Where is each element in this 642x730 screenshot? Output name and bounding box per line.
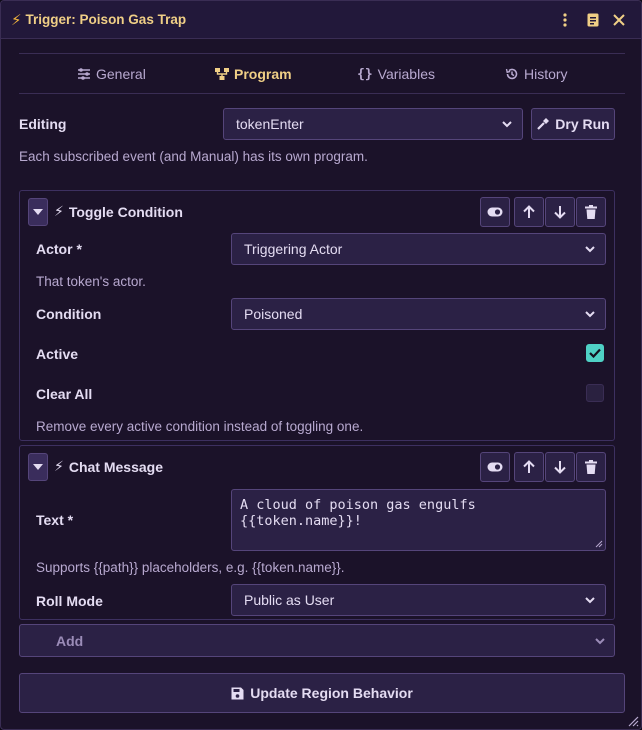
text-hint: Supports {{path}} placeholders, e.g. {{t…	[36, 560, 345, 575]
history-icon	[505, 68, 518, 80]
step-title-label: Chat Message	[68, 458, 163, 475]
trash-icon	[585, 460, 597, 474]
dry-run-button[interactable]: Dry Run	[531, 108, 615, 140]
resize-grip-icon[interactable]	[595, 540, 603, 548]
active-label: Active	[36, 346, 79, 362]
tab-history-label: History	[524, 66, 568, 82]
window-title: Trigger: Poison Gas Trap	[25, 12, 187, 27]
actor-select-value: Triggering Actor	[244, 241, 343, 257]
chevron-down-icon	[585, 246, 595, 253]
tab-program-label: Program	[234, 66, 292, 82]
active-checkbox[interactable]	[586, 344, 604, 362]
add-step-select[interactable]: Add	[19, 624, 615, 657]
delete-step-button[interactable]	[576, 197, 606, 227]
update-region-behavior-button[interactable]: Update Region Behavior	[19, 673, 625, 713]
dry-run-label: Dry Run	[555, 116, 610, 132]
condition-select[interactable]: Poisoned	[231, 298, 606, 330]
toggle-on-icon	[487, 207, 503, 217]
text-textarea[interactable]: A cloud of poison gas engulfs {{token.na…	[231, 489, 606, 551]
caret-down-icon	[33, 209, 43, 215]
roll-mode-label: Roll Mode	[36, 593, 103, 609]
window-titlebar[interactable]: ⚡ Trigger: Poison Gas Trap	[1, 1, 641, 39]
clear-all-checkbox[interactable]	[586, 384, 604, 402]
arrow-down-icon	[554, 461, 566, 474]
step-card-toggle-condition: ⚡ Toggle Condition Actor * Triggering Ac…	[19, 190, 615, 441]
step-title-label: Toggle Condition	[68, 203, 183, 220]
window-resize-handle-icon[interactable]	[627, 715, 639, 727]
condition-select-value: Poisoned	[244, 306, 303, 322]
collapse-toggle-button[interactable]	[28, 198, 48, 226]
step-title: ⚡ Toggle Condition	[54, 203, 183, 220]
close-icon[interactable]	[609, 10, 629, 30]
chevron-down-icon	[585, 597, 595, 604]
tab-general-label: General	[96, 66, 146, 82]
caret-down-icon	[33, 464, 43, 470]
bolt-icon: ⚡	[11, 11, 22, 29]
editing-label: Editing	[19, 116, 67, 132]
editing-select[interactable]: tokenEnter	[223, 108, 523, 140]
save-icon	[231, 687, 244, 699]
chevron-down-icon	[595, 638, 605, 645]
roll-mode-select[interactable]: Public as User	[231, 584, 606, 616]
text-label: Text *	[36, 512, 74, 528]
bolt-icon: ⚡	[54, 203, 64, 219]
update-label: Update Region Behavior	[250, 685, 413, 701]
delete-step-button[interactable]	[576, 452, 606, 482]
eyedropper-icon	[537, 118, 550, 130]
move-down-button[interactable]	[545, 197, 575, 227]
chevron-down-icon	[585, 311, 595, 318]
braces-icon: {}	[357, 66, 373, 82]
sheet-icon[interactable]	[583, 10, 603, 30]
text-textarea-value: A cloud of poison gas engulfs {{token.na…	[240, 497, 476, 529]
step-card-chat-message: ⚡ Chat Message Text * A cloud of poison …	[19, 445, 615, 620]
bolt-icon: ⚡	[54, 458, 64, 474]
arrow-down-icon	[554, 206, 566, 219]
trash-icon	[585, 205, 597, 219]
clear-all-label: Clear All	[36, 386, 93, 402]
editing-hint: Each subscribed event (and Manual) has i…	[19, 149, 368, 164]
add-step-label: Add	[56, 633, 84, 649]
toggle-on-icon	[487, 462, 503, 472]
move-up-button[interactable]	[514, 197, 544, 227]
editing-select-value: tokenEnter	[236, 116, 304, 132]
tab-variables[interactable]: {} Variables	[357, 66, 435, 82]
arrow-up-icon	[523, 460, 535, 473]
sliders-icon	[78, 68, 90, 80]
tab-history[interactable]: History	[505, 66, 568, 82]
actor-select[interactable]: Triggering Actor	[231, 233, 606, 265]
step-title: ⚡ Chat Message	[54, 458, 163, 475]
chevron-down-icon	[502, 121, 512, 128]
sitemap-icon	[215, 68, 229, 80]
move-up-button[interactable]	[514, 452, 544, 482]
actor-label: Actor *	[36, 241, 82, 257]
roll-mode-select-value: Public as User	[244, 592, 335, 608]
arrow-up-icon	[523, 205, 535, 218]
tab-variables-label: Variables	[377, 66, 435, 82]
check-icon	[589, 348, 601, 358]
condition-label: Condition	[36, 306, 102, 322]
tab-general[interactable]: General	[77, 66, 146, 82]
clear-all-hint: Remove every active condition instead of…	[36, 419, 364, 434]
collapse-toggle-button[interactable]	[28, 453, 48, 481]
disable-step-button[interactable]	[480, 197, 510, 227]
actor-hint: That token's actor.	[36, 274, 146, 289]
menu-kebab-icon[interactable]	[555, 10, 575, 30]
config-window: ⚡ Trigger: Poison Gas Trap General Progr…	[0, 0, 642, 730]
move-down-button[interactable]	[545, 452, 575, 482]
disable-step-button[interactable]	[480, 452, 510, 482]
tab-program[interactable]: Program	[215, 66, 292, 82]
tab-bar: General Program {} Variables History	[19, 53, 625, 94]
